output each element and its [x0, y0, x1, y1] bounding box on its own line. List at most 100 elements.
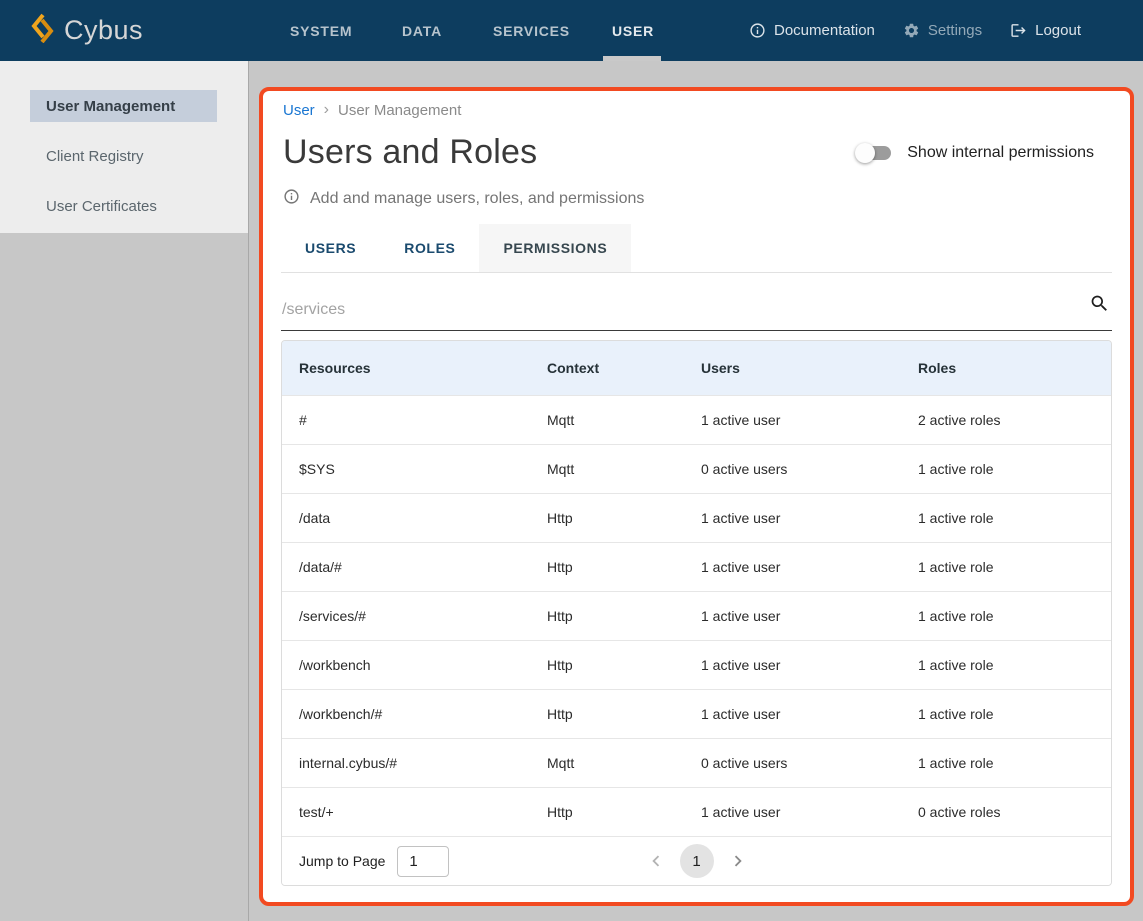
top-navbar: Cybus SYSTEM DATA SERVICES USER Document…: [0, 0, 1143, 61]
logout-icon: [1010, 22, 1027, 39]
logout-button[interactable]: Logout: [1010, 22, 1081, 39]
sidebar-divider: [248, 61, 249, 921]
cell-resource: /data/#: [282, 559, 530, 575]
jump-to-page-label: Jump to Page: [299, 853, 385, 869]
cell-users: 1 active user: [684, 559, 901, 575]
cell-context: Http: [530, 559, 684, 575]
cell-users: 1 active user: [684, 608, 901, 624]
internal-permissions-toggle-group: Show internal permissions: [857, 143, 1094, 163]
cell-resource: test/+: [282, 804, 530, 820]
table-header: Resources Context Users Roles: [282, 341, 1111, 395]
table-row[interactable]: /workbench Http 1 active user 1 active r…: [282, 640, 1111, 689]
cell-resource: /data: [282, 510, 530, 526]
search-icon[interactable]: [1089, 293, 1110, 319]
breadcrumb-current: User Management: [338, 102, 461, 119]
nav-item-system[interactable]: SYSTEM: [290, 0, 352, 61]
pager: 1: [644, 844, 750, 878]
sidebar-item-user-certificates[interactable]: User Certificates: [30, 190, 217, 222]
table-row[interactable]: test/+ Http 1 active user 0 active roles: [282, 787, 1111, 836]
table-row[interactable]: /workbench/# Http 1 active user 1 active…: [282, 689, 1111, 738]
column-header-context: Context: [530, 360, 684, 376]
breadcrumb: User › User Management: [281, 101, 1112, 119]
cell-context: Http: [530, 510, 684, 526]
cell-users: 1 active user: [684, 412, 901, 428]
page-subtitle: Add and manage users, roles, and permiss…: [310, 190, 644, 208]
sidebar-item-client-registry[interactable]: Client Registry: [30, 140, 217, 172]
table-row[interactable]: /data Http 1 active user 1 active role: [282, 493, 1111, 542]
cell-users: 1 active user: [684, 706, 901, 722]
documentation-label: Documentation: [774, 22, 875, 39]
previous-page-button[interactable]: [644, 849, 668, 873]
cell-users: 1 active user: [684, 510, 901, 526]
page-title: Users and Roles: [283, 133, 537, 172]
cell-roles: 1 active role: [901, 608, 1111, 624]
table-row[interactable]: internal.cybus/# Mqtt 0 active users 1 a…: [282, 738, 1111, 787]
tab-bar: USERS ROLES PERMISSIONS: [281, 224, 1112, 273]
brand-name: Cybus: [64, 15, 143, 46]
settings-button[interactable]: Settings: [903, 22, 982, 39]
documentation-button[interactable]: Documentation: [749, 22, 875, 39]
cell-roles: 1 active role: [901, 559, 1111, 575]
chevron-right-icon: ›: [324, 101, 329, 119]
cell-context: Http: [530, 804, 684, 820]
cell-context: Mqtt: [530, 461, 684, 477]
navbar-actions: Documentation Settings Logout: [749, 0, 1081, 61]
nav-item-user-label: USER: [612, 23, 654, 39]
nav-item-services[interactable]: SERVICES: [493, 0, 570, 61]
nav-item-user[interactable]: USER: [612, 0, 654, 61]
tab-users[interactable]: USERS: [281, 224, 380, 272]
info-icon: [749, 22, 766, 39]
cell-context: Mqtt: [530, 412, 684, 428]
current-page-button[interactable]: 1: [680, 844, 714, 878]
cell-roles: 2 active roles: [901, 412, 1111, 428]
cell-users: 1 active user: [684, 657, 901, 673]
table-row[interactable]: /data/# Http 1 active user 1 active role: [282, 542, 1111, 591]
main-content-highlighted: User › User Management Users and Roles S…: [259, 87, 1134, 906]
column-header-roles: Roles: [901, 360, 1111, 376]
pagination-bar: Jump to Page 1: [282, 836, 1111, 885]
next-page-button[interactable]: [726, 849, 750, 873]
tab-permissions[interactable]: PERMISSIONS: [479, 224, 631, 272]
logout-label: Logout: [1035, 22, 1081, 39]
cell-resource: internal.cybus/#: [282, 755, 530, 771]
info-icon: [283, 188, 300, 210]
cell-resource: $SYS: [282, 461, 530, 477]
jump-to-page-input[interactable]: [397, 846, 449, 877]
column-header-resources: Resources: [282, 360, 530, 376]
breadcrumb-link-user[interactable]: User: [283, 102, 315, 119]
search-bar: [281, 277, 1112, 331]
gear-icon: [903, 22, 920, 39]
toggle-label: Show internal permissions: [907, 144, 1094, 162]
cell-resource: /services/#: [282, 608, 530, 624]
search-input[interactable]: [281, 277, 1112, 331]
active-tab-indicator: [603, 56, 661, 61]
cell-context: Mqtt: [530, 755, 684, 771]
sidebar-item-user-management[interactable]: User Management: [30, 90, 217, 122]
tab-roles[interactable]: ROLES: [380, 224, 479, 272]
sidebar: User Management Client Registry User Cer…: [0, 61, 248, 233]
cell-roles: 1 active role: [901, 461, 1111, 477]
cell-roles: 0 active roles: [901, 804, 1111, 820]
table-row[interactable]: # Mqtt 1 active user 2 active roles: [282, 395, 1111, 444]
cell-roles: 1 active role: [901, 755, 1111, 771]
cell-resource: /workbench: [282, 657, 530, 673]
cell-users: 0 active users: [684, 755, 901, 771]
cybus-logo-icon: [30, 13, 55, 48]
cell-context: Http: [530, 657, 684, 673]
table-row[interactable]: /services/# Http 1 active user 1 active …: [282, 591, 1111, 640]
cell-resource: /workbench/#: [282, 706, 530, 722]
toggle-thumb: [855, 143, 875, 163]
nav-item-data[interactable]: DATA: [402, 0, 442, 61]
column-header-users: Users: [684, 360, 901, 376]
brand[interactable]: Cybus: [30, 0, 143, 61]
cell-roles: 1 active role: [901, 510, 1111, 526]
show-internal-permissions-toggle[interactable]: [857, 143, 893, 163]
cell-users: 0 active users: [684, 461, 901, 477]
cell-context: Http: [530, 608, 684, 624]
cell-roles: 1 active role: [901, 706, 1111, 722]
permissions-table: Resources Context Users Roles # Mqtt 1 a…: [281, 340, 1112, 886]
cell-users: 1 active user: [684, 804, 901, 820]
settings-label: Settings: [928, 22, 982, 39]
cell-context: Http: [530, 706, 684, 722]
table-row[interactable]: $SYS Mqtt 0 active users 1 active role: [282, 444, 1111, 493]
